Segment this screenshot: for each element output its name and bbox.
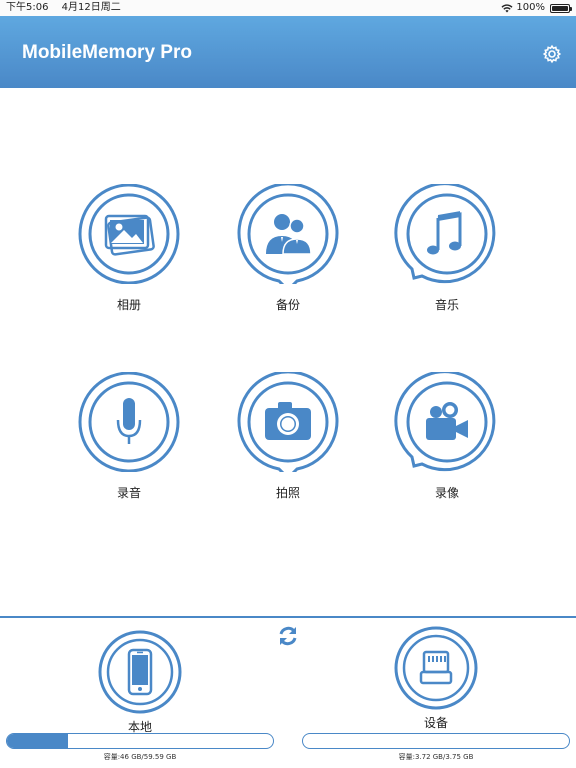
backup-contacts-icon (237, 184, 339, 284)
status-bar: 下午5:06 4月12日周二 100% (0, 0, 576, 16)
storage-device-label: 设备 (423, 716, 448, 730)
storage-device[interactable]: 设备 (394, 626, 478, 731)
tile-photo[interactable]: 拍照 (233, 372, 343, 501)
video-camera-icon (394, 372, 496, 472)
tile-recording[interactable]: 录音 (74, 372, 184, 501)
tile-label: 备份 (275, 298, 300, 312)
storage-local-progress (6, 733, 274, 749)
music-note-icon (394, 184, 496, 284)
phone-icon (98, 630, 182, 714)
gear-icon[interactable] (542, 44, 562, 64)
tile-label: 相册 (116, 298, 141, 312)
tile-video[interactable]: 录像 (392, 372, 502, 501)
tile-album[interactable]: 相册 (74, 184, 184, 313)
battery-icon (550, 3, 572, 13)
microphone-icon (78, 372, 180, 472)
divider (0, 616, 576, 618)
storage-device-capacity: 容量:3.72 GB/3.75 GB (398, 753, 474, 761)
tile-label: 录像 (434, 486, 459, 500)
storage-local[interactable]: 本地 (98, 630, 182, 735)
photo-album-icon (78, 184, 180, 284)
tile-label: 录音 (116, 486, 141, 500)
camera-icon (237, 372, 339, 472)
status-time: 下午5:06 (6, 2, 49, 13)
tile-label: 拍照 (275, 486, 300, 500)
storage-device-progress (302, 733, 570, 749)
tile-music[interactable]: 音乐 (392, 184, 502, 313)
app-title: MobileMemory Pro (22, 42, 192, 63)
lightning-connector-icon (394, 626, 478, 710)
tile-backup[interactable]: 备份 (233, 184, 343, 313)
refresh-icon[interactable] (276, 624, 300, 648)
storage-local-capacity: 容量:46 GB/59.59 GB (103, 753, 177, 761)
wifi-icon (501, 3, 513, 12)
nav-bar: MobileMemory Pro (0, 16, 576, 88)
tile-label: 音乐 (434, 298, 459, 312)
status-date: 4月12日周二 (61, 2, 121, 13)
battery-percent: 100% (516, 2, 545, 13)
